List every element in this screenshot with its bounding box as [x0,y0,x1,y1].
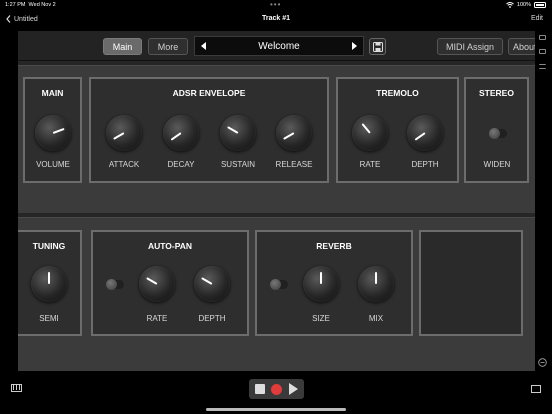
module-title: REVERB [316,241,352,251]
reverb-mix-knob[interactable] [358,266,394,302]
status-time: 1:27 PM Wed Nov 2 [5,2,56,8]
bottom-bar [0,378,552,402]
main-module: MAIN VOLUME [23,77,82,183]
effects-rack-top: MAIN VOLUME ADSR ENVELOPE ATTACK DECAY S… [18,65,535,213]
about-button[interactable]: About [508,38,535,55]
auto-pan-depth-knob[interactable] [194,266,230,302]
adsr-envelope-module: ADSR ENVELOPE ATTACK DECAY SUSTAIN RELEA… [89,77,329,183]
reverb-size-knob[interactable] [303,266,339,302]
status-right: 100% [506,2,546,8]
window-title: Track #1 [261,15,291,22]
volume-knob[interactable] [35,115,71,151]
auto-pan-rate-knob[interactable] [139,266,175,302]
module-title: MAIN [41,88,64,98]
knob-label: ATTACK [108,160,140,169]
plugin-toolbar: Main More Welcome MIDI Assign About [18,31,535,61]
knob-label: SIZE [312,314,330,323]
fullscreen-icon[interactable] [531,385,541,393]
piano-keyboard-icon[interactable] [11,384,22,392]
window-icon[interactable] [539,35,546,40]
preset-name[interactable]: Welcome [258,41,300,52]
battery-percent: 100% [516,2,531,8]
decay-knob[interactable] [163,115,199,151]
module-title: STEREO [479,88,514,98]
stop-button[interactable] [255,384,266,394]
chevron-left-icon [6,15,11,23]
list-icon[interactable] [539,64,546,69]
play-button[interactable] [288,383,298,395]
module-title: TUNING [32,241,66,251]
tuning-module: TUNING SEMI [18,230,82,336]
knob-label: SUSTAIN [220,160,256,169]
battery-icon [534,2,546,8]
attack-knob[interactable] [106,115,142,151]
knob-label: SEMI [39,314,59,323]
auto-pan-module: AUTO-PAN RATE DEPTH [91,230,249,336]
status-bar: 1:27 PM Wed Nov 2 ••• 100% [0,0,552,10]
midi-assign-button[interactable]: MIDI Assign [437,38,503,55]
tremolo-depth-knob[interactable] [407,115,443,151]
more-tab-button[interactable]: More [148,38,188,55]
home-indicator [206,408,346,411]
module-title: TREMOLO [376,88,419,98]
plugin-view: Main More Welcome MIDI Assign About MAIN… [18,31,535,371]
effects-rack-bottom: TUNING SEMI AUTO-PAN RATE DEPTH REVERB S… [18,217,535,371]
sustain-knob[interactable] [220,115,256,151]
release-knob[interactable] [276,115,312,151]
knob-label: RATE [146,314,168,323]
record-button[interactable] [271,383,283,395]
wifi-icon [506,2,514,8]
knob-label: MIX [368,314,384,323]
tremolo-module: TREMOLO RATE DEPTH [336,77,459,183]
next-preset-icon[interactable] [352,42,357,50]
stereo-module: STEREO WIDEN [464,77,529,183]
transport-controls [249,379,304,399]
back-button[interactable]: Untitled [6,15,38,23]
save-preset-button[interactable] [369,38,386,55]
preset-selector: Welcome [194,36,364,56]
prev-preset-icon[interactable] [201,42,206,50]
empty-effect-slot[interactable] [419,230,523,336]
knob-label: DECAY [167,160,195,169]
minus-circle-icon[interactable] [538,358,547,367]
layers-icon[interactable] [539,49,546,54]
knob-label: VOLUME [36,160,70,169]
knob-label: RATE [359,160,381,169]
knob-label: DEPTH [411,160,439,169]
floppy-disk-icon [372,41,383,52]
module-title: ADSR ENVELOPE [172,88,246,98]
tremolo-rate-knob[interactable] [352,115,388,151]
multitask-dots-icon[interactable]: ••• [270,0,281,9]
knob-label: DEPTH [198,314,226,323]
back-label: Untitled [14,15,38,23]
nav-bar: Untitled Track #1 Edit [0,12,552,28]
knob-label: RELEASE [275,160,313,169]
reverb-toggle[interactable] [270,279,288,290]
semi-knob[interactable] [31,266,67,302]
widen-toggle[interactable] [489,128,507,139]
main-tab-button[interactable]: Main [103,38,142,55]
auto-pan-toggle[interactable] [106,279,124,290]
edit-button[interactable]: Edit [531,15,543,22]
knob-label: WIDEN [483,160,511,169]
module-title: AUTO-PAN [147,241,193,251]
reverb-module: REVERB SIZE MIX [255,230,413,336]
